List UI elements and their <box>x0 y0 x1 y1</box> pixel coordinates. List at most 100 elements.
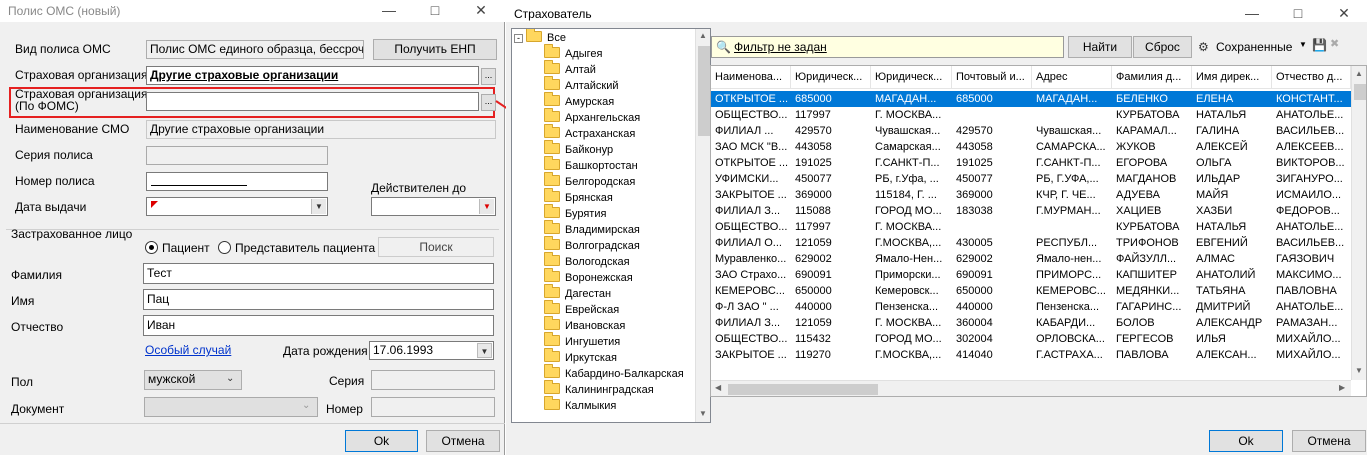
maximize-icon[interactable]: □ <box>412 0 458 22</box>
insurer-field[interactable]: Другие страховые организации <box>146 66 479 85</box>
tree-item[interactable]: Архангельская <box>544 108 640 126</box>
region-tree[interactable]: - Все Адыгея Алтай Алтайский Амурская Арханге… <box>511 28 711 423</box>
minimize-icon[interactable]: — <box>366 0 412 22</box>
scroll-left-icon[interactable]: ◀ <box>715 383 721 392</box>
column-header[interactable]: Фамилия д... <box>1112 66 1192 89</box>
ok-button[interactable]: Ok <box>345 430 418 452</box>
maximize-icon[interactable]: □ <box>1275 3 1321 25</box>
tree-item[interactable]: Башкортостан <box>544 156 638 174</box>
get-enp-button[interactable]: Получить ЕНП <box>373 39 497 60</box>
table-hscrollbar[interactable]: ◀ ▶ <box>711 380 1351 396</box>
tree-item[interactable]: Волгоградская <box>544 236 640 254</box>
search-button[interactable]: Поиск <box>378 237 494 257</box>
scroll-down-icon[interactable]: ▼ <box>1355 366 1363 375</box>
tree-item[interactable]: Иркутская <box>544 348 617 366</box>
filter-bar[interactable]: 🔍 Фильтр не задан <box>711 36 1064 58</box>
chevron-down-icon[interactable]: ▼ <box>1299 40 1307 49</box>
chevron-down-icon[interactable]: ▼ <box>477 343 492 358</box>
insurer-select-button[interactable]: ... <box>481 68 496 85</box>
cancel-button[interactable]: Отмена <box>1292 430 1366 452</box>
patronymic-field[interactable]: Иван <box>143 315 494 336</box>
close-icon[interactable]: ✕ <box>1321 3 1367 25</box>
column-header[interactable]: Юридическ... <box>791 66 871 89</box>
tree-item[interactable]: Вологодская <box>544 252 630 270</box>
delete-icon[interactable]: ✖ <box>1330 37 1339 50</box>
chevron-down-icon[interactable]: ▼ <box>311 199 326 214</box>
tree-item[interactable]: Амурская <box>544 92 614 110</box>
save-filter-icon[interactable]: 💾 <box>1312 38 1327 52</box>
tree-item[interactable]: Калмыкия <box>544 396 616 414</box>
cancel-button[interactable]: Отмена <box>426 430 500 452</box>
scroll-up-icon[interactable]: ▲ <box>699 31 707 40</box>
column-header[interactable]: Наименова... <box>711 66 791 89</box>
close-icon[interactable]: ✕ <box>458 0 504 22</box>
table-scroll-thumb[interactable] <box>1354 84 1366 100</box>
column-header[interactable]: Отчество д... <box>1272 66 1351 89</box>
valid-until-field[interactable]: ▼ <box>371 197 496 216</box>
name-field[interactable]: Пац <box>143 289 494 310</box>
table-row[interactable]: ОБЩЕСТВО... 117997 Г. МОСКВА... КУРБАТОВА НА… <box>711 107 1351 123</box>
policy-type-select[interactable]: Полис ОМС единого образца, бессроч <box>146 40 364 59</box>
tree-item[interactable]: Кабардино-Балкарская <box>544 364 684 382</box>
column-header[interactable]: Имя дирек... <box>1192 66 1272 89</box>
tree-item[interactable]: Белгородская <box>544 172 635 190</box>
minimize-icon[interactable]: — <box>1229 3 1275 25</box>
table-row[interactable]: УФИМСКИ... 450077 РБ, г.Уфа, ... 450077 РБ, … <box>711 171 1351 187</box>
table-row[interactable]: КЕМЕРОВС... 650000 Кемеровск... 650000 КЕМЕР… <box>711 283 1351 299</box>
column-header[interactable]: Адрес <box>1032 66 1112 89</box>
tree-item[interactable]: Алтайский <box>544 76 619 94</box>
table-row[interactable]: ФИЛИАЛ О... 121059 Г.МОСКВА,... 430005 РЕСПУ… <box>711 235 1351 251</box>
radio-representative[interactable] <box>218 241 231 254</box>
birth-date-field[interactable]: 17.06.1993 <box>369 341 494 360</box>
find-button[interactable]: Найти <box>1068 36 1132 58</box>
number-field[interactable] <box>146 172 328 191</box>
table-row[interactable]: ОБЩЕСТВО... 117997 Г. МОСКВА... КУРБАТОВА НА… <box>711 219 1351 235</box>
table-row[interactable]: ОБЩЕСТВО... 115432 ГОРОД МО... 302004 ОРЛОВС… <box>711 331 1351 347</box>
filter-link[interactable]: Фильтр не задан <box>734 37 827 57</box>
scroll-up-icon[interactable]: ▲ <box>1355 69 1363 78</box>
tree-item[interactable]: Еврейская <box>544 300 619 318</box>
tree-item[interactable]: Астраханская <box>544 124 635 142</box>
special-case-link[interactable]: Особый случай <box>145 343 231 357</box>
chevron-down-icon[interactable]: ⌄ <box>226 373 234 384</box>
tree-item[interactable]: Бурятия <box>544 204 606 222</box>
table-row[interactable]: ЗАО Страхо... 690091 Приморски... 690091 ПРИ… <box>711 267 1351 283</box>
tree-item[interactable]: Байконур <box>544 140 613 158</box>
tree-scroll-thumb[interactable] <box>698 46 710 136</box>
scroll-down-icon[interactable]: ▼ <box>699 409 707 418</box>
scroll-right-icon[interactable]: ▶ <box>1339 383 1345 392</box>
table-row[interactable]: ЗАО МСК "В... 443058 Самарская... 443058 САМ… <box>711 139 1351 155</box>
tree-item[interactable]: Воронежская <box>544 268 633 286</box>
column-header[interactable]: Почтовый и... <box>952 66 1032 89</box>
table-row[interactable]: ОТКРЫТОЕ ... 191025 Г.САНКТ-П... 191025 Г.СА… <box>711 155 1351 171</box>
table-row[interactable]: Муравленко... 629002 Ямало-Нен... 629002 Яма… <box>711 251 1351 267</box>
saved-button[interactable]: Сохраненные <box>1216 40 1292 54</box>
table-row[interactable]: ФИЛИАЛ З... 115088 ГОРОД МО... 183038 Г.МУРМ… <box>711 203 1351 219</box>
tree-item[interactable]: Брянская <box>544 188 613 206</box>
table-row[interactable]: ФИЛИАЛ ... 429570 Чувашская... 429570 Чувашс… <box>711 123 1351 139</box>
insurer-foms-field[interactable] <box>146 92 479 111</box>
table-row[interactable]: ЗАКРЫТОЕ ... 119270 Г.МОСКВА,... 414040 Г.АС… <box>711 347 1351 363</box>
table-row[interactable]: Ф-Л ЗАО " ... 440000 Пензенска... 440000 Пен… <box>711 299 1351 315</box>
insurers-table[interactable]: Наименова... Юридическ... Юридическ... Почт… <box>710 65 1367 397</box>
chevron-down-icon[interactable]: ▼ <box>479 199 494 214</box>
table-row[interactable]: ФИЛИАЛ З... 121059 Г. МОСКВА... 360004 КАБАР… <box>711 315 1351 331</box>
issue-date-field[interactable]: ▼ <box>146 197 328 216</box>
tree-root[interactable]: - Все <box>514 29 566 46</box>
tree-item[interactable]: Дагестан <box>544 284 611 302</box>
tree-scrollbar[interactable]: ▲ ▼ <box>695 29 710 422</box>
tree-item[interactable]: Ивановская <box>544 316 625 334</box>
tree-item[interactable]: Ингушетия <box>544 332 620 350</box>
column-header[interactable]: Юридическ... <box>871 66 952 89</box>
tree-item[interactable]: Владимирская <box>544 220 640 238</box>
surname-field[interactable]: Тест <box>143 263 494 284</box>
collapse-icon[interactable]: - <box>514 34 523 43</box>
ok-button[interactable]: Ok <box>1209 430 1283 452</box>
table-row[interactable]: ОТКРЫТОЕ ... 685000 МАГАДАН... 685000 МАГАДА… <box>711 91 1351 107</box>
table-row[interactable]: ЗАКРЫТОЕ ... 369000 115184, Г. ... 369000 КЧ… <box>711 187 1351 203</box>
reset-button[interactable]: Сброс <box>1133 36 1192 58</box>
tree-item[interactable]: Калининградская <box>544 380 654 398</box>
table-hscroll-thumb[interactable] <box>728 384 878 395</box>
radio-patient[interactable] <box>145 241 158 254</box>
table-vscrollbar[interactable]: ▲ ▼ <box>1351 66 1366 380</box>
